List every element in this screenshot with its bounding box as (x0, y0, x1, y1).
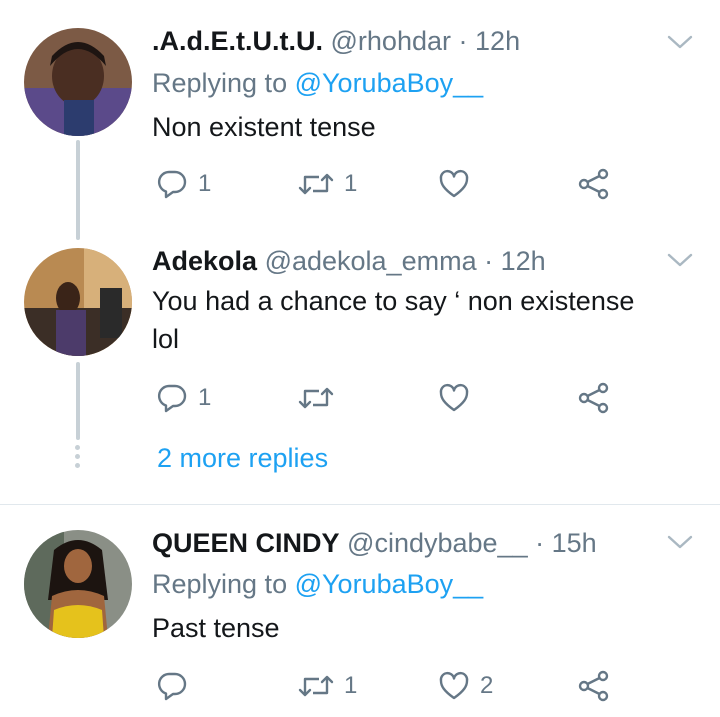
tweet-header: .A.d.E.t.U.t.U. @rhohdar · 12h (152, 24, 520, 58)
username[interactable]: @cindybabe__ (347, 528, 528, 558)
avatar[interactable] (24, 248, 132, 356)
like-button[interactable]: 2 (438, 666, 493, 706)
tweet-text-line: You had a chance to say ‘ non existense (152, 286, 635, 316)
replying-label: Replying to (152, 569, 288, 599)
share-icon (578, 382, 610, 414)
display-name[interactable]: Adekola (152, 246, 257, 276)
reply-count: 1 (198, 170, 212, 197)
avatar[interactable] (24, 530, 132, 638)
reply-icon (156, 670, 188, 702)
reply-button[interactable]: 1 (156, 378, 211, 418)
tweet-header: Adekola @adekola_emma · 12h (152, 244, 546, 278)
tweet-header: QUEEN CINDY @cindybabe__ · 15h (152, 526, 597, 560)
display-name[interactable]: QUEEN CINDY (152, 528, 340, 558)
timestamp[interactable]: 12h (501, 246, 546, 276)
timestamp[interactable]: 12h (475, 26, 520, 56)
tweet-text-line: lol (152, 324, 180, 354)
display-name[interactable]: .A.d.E.t.U.t.U. (152, 26, 323, 56)
share-button[interactable] (578, 666, 610, 706)
reply-button[interactable]: 1 (156, 164, 211, 204)
replying-to: Replying to @YorubaBoy__ (152, 66, 483, 100)
retweet-button[interactable]: 1 (298, 164, 357, 204)
tweet-text: You had a chance to say ‘ non existense … (152, 282, 702, 358)
like-count: 2 (480, 672, 494, 699)
timestamp[interactable]: 15h (552, 528, 597, 558)
more-replies-link[interactable]: 2 more replies (157, 443, 328, 474)
retweet-button[interactable]: 1 (298, 666, 357, 706)
share-button[interactable] (578, 378, 610, 418)
retweet-icon (298, 168, 334, 200)
reply-count: 1 (198, 384, 212, 411)
like-icon (438, 670, 470, 702)
like-button[interactable] (438, 164, 480, 204)
chevron-down-icon[interactable] (666, 532, 694, 552)
share-icon (578, 670, 610, 702)
reply-button[interactable] (156, 666, 198, 706)
retweet-count: 1 (344, 170, 358, 197)
username[interactable]: @rhohdar (331, 26, 451, 56)
avatar[interactable] (24, 28, 132, 136)
replying-label: Replying to (152, 68, 288, 98)
retweet-button[interactable] (298, 378, 344, 418)
reply-icon (156, 168, 188, 200)
username[interactable]: @adekola_emma (265, 246, 477, 276)
tweet-text: Non existent tense (152, 112, 376, 142)
like-button[interactable] (438, 378, 480, 418)
retweet-icon (298, 382, 334, 414)
chevron-down-icon[interactable] (666, 250, 694, 270)
divider (0, 504, 720, 505)
reply-icon (156, 382, 188, 414)
like-icon (438, 382, 470, 414)
like-icon (438, 168, 470, 200)
separator: · (458, 26, 468, 56)
share-button[interactable] (578, 164, 610, 204)
share-icon (578, 168, 610, 200)
tweet-actions: 1 (152, 378, 632, 418)
chevron-down-icon[interactable] (666, 32, 694, 52)
replying-to: Replying to @YorubaBoy__ (152, 567, 483, 601)
tweet-text: Past tense (152, 613, 280, 643)
retweet-icon (298, 670, 334, 702)
thread-dots (75, 445, 81, 472)
thread-line (76, 362, 80, 440)
mention-link[interactable]: @YorubaBoy__ (295, 68, 484, 98)
tweet-actions: 1 2 (152, 666, 632, 706)
separator: · (535, 528, 545, 558)
retweet-count: 1 (344, 672, 358, 699)
tweet-actions: 1 1 (152, 164, 632, 204)
separator: · (484, 246, 494, 276)
mention-link[interactable]: @YorubaBoy__ (295, 569, 484, 599)
thread-line (76, 140, 80, 240)
